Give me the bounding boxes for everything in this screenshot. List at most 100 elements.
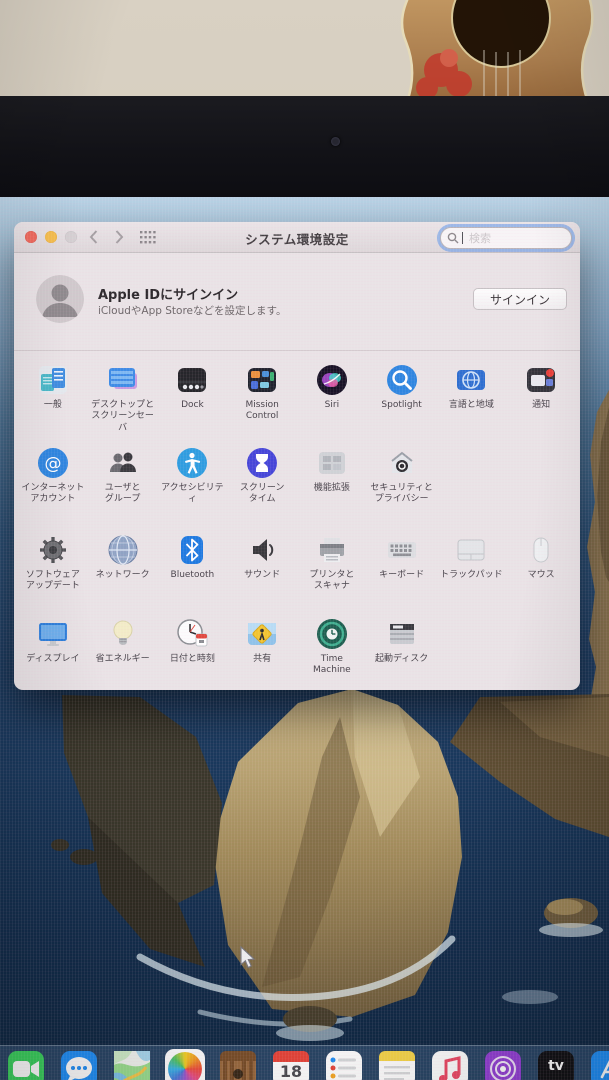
pref-network[interactable]: ネットワーク <box>88 522 158 606</box>
pref-mission-control[interactable]: Mission Control <box>227 352 297 435</box>
pref-keyboard[interactable]: キーボード <box>367 522 437 606</box>
dock: 18 tv <box>0 1045 609 1080</box>
pref-label: 省エネルギー <box>95 653 150 664</box>
pref-notifications[interactable]: 通知 <box>506 352 576 435</box>
pref-label: スクリーン タイム <box>239 483 285 505</box>
pref-label: 機能拡張 <box>313 483 350 494</box>
text-caret <box>462 232 463 244</box>
desktop-screen: システム環境設定 Apple IDにサインイン <box>0 197 609 1080</box>
music-icon[interactable] <box>430 1049 470 1080</box>
pref-bluetooth[interactable]: Bluetooth <box>158 522 228 606</box>
pref-accessibility[interactable]: アクセシビリティ <box>158 435 228 522</box>
pref-internet-accounts[interactable]: @ インターネット アカウント <box>18 435 88 522</box>
pref-mouse[interactable]: マウス <box>506 522 576 606</box>
photo-of-monitor: システム環境設定 Apple IDにサインイン <box>0 0 609 1080</box>
mouse-cursor <box>238 945 256 974</box>
calendar-date: 18 <box>279 1062 303 1080</box>
pref-label: 日付と時刻 <box>169 653 215 664</box>
reminders-icon[interactable] <box>324 1049 364 1080</box>
keyboard-icon <box>384 532 420 568</box>
pref-desktop-screensaver[interactable]: デスクトップと スクリーンセーバ <box>88 352 158 435</box>
pref-label: ネットワーク <box>95 569 150 580</box>
time-machine-icon <box>314 616 350 652</box>
pref-label: インターネット アカウント <box>21 483 85 505</box>
pref-software-update[interactable]: ソフトウェア アップデート <box>18 522 88 606</box>
preference-grid: 一般 デスクトップと スクリーンセーバ Dock Mission Control… <box>14 352 580 690</box>
pref-label: Dock <box>181 400 204 410</box>
pref-general[interactable]: 一般 <box>18 352 88 435</box>
pref-sound[interactable]: サウンド <box>227 522 297 606</box>
pref-label: Mission Control <box>245 400 279 422</box>
screen-time-icon <box>244 445 280 481</box>
pref-trackpad[interactable]: トラックパッド <box>437 522 507 606</box>
pref-label: 一般 <box>43 400 62 410</box>
avatar <box>36 275 84 323</box>
pref-label: プリンタと スキャナ <box>309 569 355 592</box>
webcam-dot <box>331 137 340 146</box>
pref-dock[interactable]: Dock <box>158 352 228 435</box>
pref-displays[interactable]: ディスプレイ <box>18 606 88 690</box>
security-privacy-icon <box>384 445 420 481</box>
startup-disk-icon <box>384 616 420 652</box>
titlebar[interactable]: システム環境設定 <box>14 222 580 253</box>
system-preferences-window[interactable]: システム環境設定 Apple IDにサインイン <box>14 222 580 690</box>
sign-in-button[interactable]: サインイン <box>472 288 567 310</box>
podcasts-icon[interactable] <box>483 1049 523 1080</box>
notifications-icon <box>523 362 559 398</box>
pref-label: アクセシビリティ <box>161 483 224 505</box>
pref-label: マウス <box>527 569 555 580</box>
photo-booth-icon[interactable] <box>218 1049 258 1080</box>
search-input[interactable] <box>467 229 569 247</box>
pref-label: 共有 <box>253 653 272 664</box>
pref-users-groups[interactable]: ユーザと グループ <box>88 435 158 522</box>
pref-label: Siri <box>324 400 340 410</box>
siri-icon <box>314 362 350 398</box>
pref-label: Time Machine <box>313 653 351 676</box>
date-time-icon <box>174 616 210 652</box>
pref-siri[interactable]: Siri <box>297 352 367 435</box>
tv-label: tv <box>548 1058 564 1074</box>
pref-date-time[interactable]: 日付と時刻 <box>158 606 228 690</box>
mission-control-icon <box>244 362 280 398</box>
app-store-icon[interactable] <box>589 1049 609 1080</box>
pref-spotlight[interactable]: Spotlight <box>367 352 437 435</box>
general-icon <box>35 362 71 398</box>
pref-label: Spotlight <box>381 400 422 410</box>
pref-sharing[interactable]: 共有 <box>227 606 297 690</box>
pref-energy-saver[interactable]: 省エネルギー <box>88 606 158 690</box>
pref-label: ユーザと グループ <box>104 483 141 505</box>
network-icon <box>105 532 141 568</box>
pref-label: 起動ディスク <box>374 653 429 664</box>
accessibility-icon <box>174 445 210 481</box>
pref-label: 通知 <box>532 400 551 410</box>
facetime-icon[interactable] <box>6 1049 46 1080</box>
search-icon <box>447 232 459 244</box>
pref-label: サウンド <box>244 569 281 580</box>
messages-icon[interactable] <box>59 1049 99 1080</box>
tv-icon[interactable]: tv <box>536 1049 576 1080</box>
apple-id-title: Apple IDにサインイン <box>98 288 239 303</box>
pref-label: キーボード <box>379 569 425 580</box>
search-field[interactable] <box>440 227 572 249</box>
pref-extensions[interactable]: 機能拡張 <box>297 435 367 522</box>
pref-language-region[interactable]: 言語と地域 <box>437 352 507 435</box>
pref-startup-disk[interactable]: 起動ディスク <box>367 606 437 690</box>
pref-printers-scanners[interactable]: プリンタと スキャナ <box>297 522 367 606</box>
pref-label: ソフトウェア アップデート <box>25 569 80 592</box>
pref-security-privacy[interactable]: セキュリティと プライバシー <box>367 435 437 522</box>
pref-screen-time[interactable]: スクリーン タイム <box>227 435 297 522</box>
ukulele <box>383 0 609 104</box>
printers-scanners-icon <box>314 532 350 568</box>
pref-time-machine[interactable]: Time Machine <box>297 606 367 690</box>
sound-icon <box>244 532 280 568</box>
notes-icon[interactable] <box>377 1049 417 1080</box>
desktop-screensaver-icon <box>105 362 141 398</box>
software-update-icon <box>35 532 71 568</box>
dock-icon <box>174 362 210 398</box>
trackpad-icon <box>453 532 489 568</box>
maps-icon[interactable] <box>112 1049 152 1080</box>
pref-label: Bluetooth <box>170 569 215 580</box>
calendar-icon[interactable]: 18 <box>271 1049 311 1080</box>
pref-label: 言語と地域 <box>448 400 494 410</box>
photos-icon[interactable] <box>165 1049 205 1080</box>
